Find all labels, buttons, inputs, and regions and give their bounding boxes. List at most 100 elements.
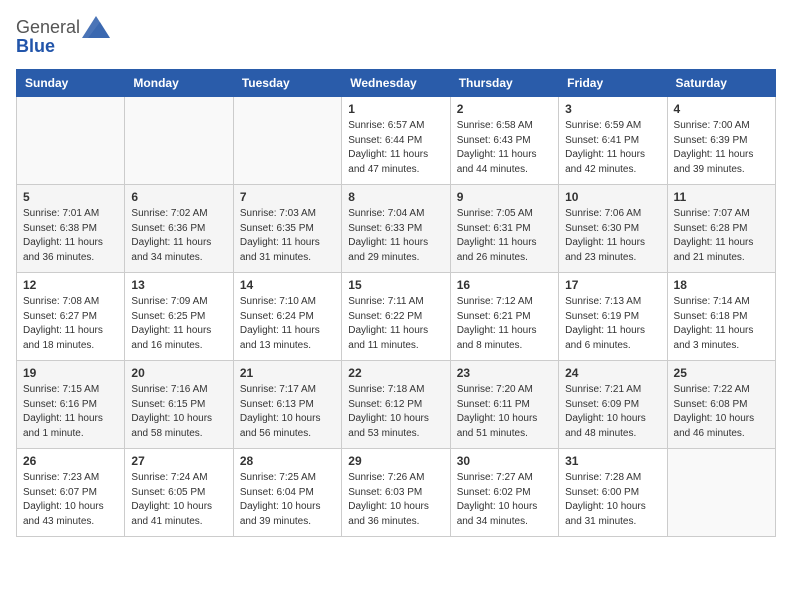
day-info: Sunrise: 7:00 AM Sunset: 6:39 PM Dayligh… [674, 119, 769, 177]
day-info: Sunrise: 7:16 AM Sunset: 6:15 PM Dayligh… [131, 383, 226, 441]
calendar-week-5: 26 Sunrise: 7:23 AM Sunset: 6:07 PM Dayli… [17, 449, 776, 537]
day-number: 18 [674, 278, 769, 292]
day-number: 12 [23, 278, 118, 292]
day-info: Sunrise: 7:07 AM Sunset: 6:28 PM Dayligh… [674, 207, 769, 265]
calendar-cell: 13Sunrise: 7:09 AM Sunset: 6:25 PM Dayli… [125, 273, 233, 361]
day-info: Sunrise: 7:03 AM Sunset: 6:35 PM Dayligh… [240, 207, 335, 265]
calendar-cell: 21 Sunrise: 7:17 AM Sunset: 6:13 PM Dayli… [233, 361, 341, 449]
header-sunday: Sunday [17, 70, 125, 97]
calendar-table: SundayMondayTuesdayWednesdayThursdayFrid… [16, 69, 776, 537]
calendar-cell: 15Sunrise: 7:11 AM Sunset: 6:22 PM Dayli… [342, 273, 450, 361]
calendar-cell: 11 Sunrise: 7:07 AM Sunset: 6:28 PM Dayli… [667, 185, 775, 273]
day-info: Sunrise: 7:01 AM Sunset: 6:38 PM Dayligh… [23, 207, 118, 265]
calendar-week-1: 1 Sunrise: 6:57 AM Sunset: 6:44 PM Daylig… [17, 97, 776, 185]
day-info: Sunrise: 7:15 AM Sunset: 6:16 PM Dayligh… [23, 383, 118, 441]
day-info: Sunrise: 7:11 AM Sunset: 6:22 PM Dayligh… [348, 295, 443, 353]
day-info: Sunrise: 7:27 AM Sunset: 6:02 PM Dayligh… [457, 471, 552, 529]
calendar-cell: 20 Sunrise: 7:16 AM Sunset: 6:15 PM Dayli… [125, 361, 233, 449]
day-info: Sunrise: 7:24 AM Sunset: 6:05 PM Dayligh… [131, 471, 226, 529]
day-info: Sunrise: 7:05 AM Sunset: 6:31 PM Dayligh… [457, 207, 552, 265]
calendar-cell: 7 Sunrise: 7:03 AM Sunset: 6:35 PM Daylig… [233, 185, 341, 273]
day-number: 21 [240, 366, 335, 380]
day-info: Sunrise: 7:23 AM Sunset: 6:07 PM Dayligh… [23, 471, 118, 529]
calendar-cell: 3 Sunrise: 6:59 AM Sunset: 6:41 PM Daylig… [559, 97, 667, 185]
day-info: Sunrise: 7:10 AM Sunset: 6:24 PM Dayligh… [240, 295, 335, 353]
day-number: 16 [457, 278, 552, 292]
day-info: Sunrise: 7:20 AM Sunset: 6:11 PM Dayligh… [457, 383, 552, 441]
calendar-week-2: 5 Sunrise: 7:01 AM Sunset: 6:38 PM Daylig… [17, 185, 776, 273]
day-number: 7 [240, 190, 335, 204]
day-number: 23 [457, 366, 552, 380]
header-wednesday: Wednesday [342, 70, 450, 97]
day-number: 29 [348, 454, 443, 468]
day-info: Sunrise: 7:14 AM Sunset: 6:18 PM Dayligh… [674, 295, 769, 353]
day-number: 2 [457, 102, 552, 116]
day-info: Sunrise: 7:13 AM Sunset: 6:19 PM Dayligh… [565, 295, 660, 353]
day-number: 9 [457, 190, 552, 204]
day-number: 31 [565, 454, 660, 468]
calendar-cell: 8 Sunrise: 7:04 AM Sunset: 6:33 PM Daylig… [342, 185, 450, 273]
day-info: Sunrise: 7:25 AM Sunset: 6:04 PM Dayligh… [240, 471, 335, 529]
calendar-cell: 9 Sunrise: 7:05 AM Sunset: 6:31 PM Daylig… [450, 185, 558, 273]
day-number: 11 [674, 190, 769, 204]
calendar-header: SundayMondayTuesdayWednesdayThursdayFrid… [17, 70, 776, 97]
logo-icon [82, 16, 110, 38]
calendar-cell [667, 449, 775, 537]
day-info: Sunrise: 7:04 AM Sunset: 6:33 PM Dayligh… [348, 207, 443, 265]
day-number: 1 [348, 102, 443, 116]
calendar-week-3: 12Sunrise: 7:08 AM Sunset: 6:27 PM Dayli… [17, 273, 776, 361]
calendar-cell: 16 Sunrise: 7:12 AM Sunset: 6:21 PM Dayli… [450, 273, 558, 361]
calendar-cell: 14 Sunrise: 7:10 AM Sunset: 6:24 PM Dayli… [233, 273, 341, 361]
calendar-cell: 25 Sunrise: 7:22 AM Sunset: 6:08 PM Dayli… [667, 361, 775, 449]
day-info: Sunrise: 7:12 AM Sunset: 6:21 PM Dayligh… [457, 295, 552, 353]
page-header: General Blue [16, 16, 776, 57]
header-tuesday: Tuesday [233, 70, 341, 97]
calendar-cell: 12Sunrise: 7:08 AM Sunset: 6:27 PM Dayli… [17, 273, 125, 361]
logo-general: General [16, 17, 80, 38]
day-info: Sunrise: 7:02 AM Sunset: 6:36 PM Dayligh… [131, 207, 226, 265]
day-info: Sunrise: 7:28 AM Sunset: 6:00 PM Dayligh… [565, 471, 660, 529]
day-info: Sunrise: 7:26 AM Sunset: 6:03 PM Dayligh… [348, 471, 443, 529]
calendar-cell [17, 97, 125, 185]
header-friday: Friday [559, 70, 667, 97]
day-number: 5 [23, 190, 118, 204]
calendar-cell: 19 Sunrise: 7:15 AM Sunset: 6:16 PM Dayli… [17, 361, 125, 449]
day-number: 13 [131, 278, 226, 292]
calendar-cell: 29 Sunrise: 7:26 AM Sunset: 6:03 PM Dayli… [342, 449, 450, 537]
calendar-cell: 27 Sunrise: 7:24 AM Sunset: 6:05 PM Dayli… [125, 449, 233, 537]
day-number: 27 [131, 454, 226, 468]
day-number: 4 [674, 102, 769, 116]
calendar-cell: 28 Sunrise: 7:25 AM Sunset: 6:04 PM Dayli… [233, 449, 341, 537]
calendar-cell: 2Sunrise: 6:58 AM Sunset: 6:43 PM Daylig… [450, 97, 558, 185]
day-info: Sunrise: 6:59 AM Sunset: 6:41 PM Dayligh… [565, 119, 660, 177]
calendar-cell: 1 Sunrise: 6:57 AM Sunset: 6:44 PM Daylig… [342, 97, 450, 185]
calendar-cell: 5 Sunrise: 7:01 AM Sunset: 6:38 PM Daylig… [17, 185, 125, 273]
calendar-cell: 17Sunrise: 7:13 AM Sunset: 6:19 PM Dayli… [559, 273, 667, 361]
day-number: 14 [240, 278, 335, 292]
day-number: 8 [348, 190, 443, 204]
day-number: 3 [565, 102, 660, 116]
day-info: Sunrise: 7:18 AM Sunset: 6:12 PM Dayligh… [348, 383, 443, 441]
calendar-body: 1 Sunrise: 6:57 AM Sunset: 6:44 PM Daylig… [17, 97, 776, 537]
calendar-cell: 4 Sunrise: 7:00 AM Sunset: 6:39 PM Daylig… [667, 97, 775, 185]
calendar-cell: 30 Sunrise: 7:27 AM Sunset: 6:02 PM Dayli… [450, 449, 558, 537]
day-info: Sunrise: 6:57 AM Sunset: 6:44 PM Dayligh… [348, 119, 443, 177]
day-info: Sunrise: 7:17 AM Sunset: 6:13 PM Dayligh… [240, 383, 335, 441]
day-number: 6 [131, 190, 226, 204]
day-number: 28 [240, 454, 335, 468]
calendar-cell: 24Sunrise: 7:21 AM Sunset: 6:09 PM Dayli… [559, 361, 667, 449]
logo: General Blue [16, 16, 110, 57]
day-info: Sunrise: 7:22 AM Sunset: 6:08 PM Dayligh… [674, 383, 769, 441]
calendar-cell: 22Sunrise: 7:18 AM Sunset: 6:12 PM Dayli… [342, 361, 450, 449]
day-number: 19 [23, 366, 118, 380]
header-thursday: Thursday [450, 70, 558, 97]
calendar-cell: 31 Sunrise: 7:28 AM Sunset: 6:00 PM Dayli… [559, 449, 667, 537]
calendar-cell: 26 Sunrise: 7:23 AM Sunset: 6:07 PM Dayli… [17, 449, 125, 537]
day-number: 30 [457, 454, 552, 468]
calendar-cell [233, 97, 341, 185]
calendar-cell [125, 97, 233, 185]
day-number: 20 [131, 366, 226, 380]
day-number: 26 [23, 454, 118, 468]
day-number: 25 [674, 366, 769, 380]
calendar-week-4: 19 Sunrise: 7:15 AM Sunset: 6:16 PM Dayli… [17, 361, 776, 449]
